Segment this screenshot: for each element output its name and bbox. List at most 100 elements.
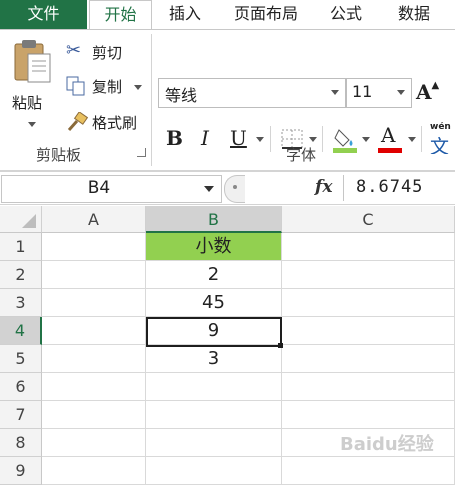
phonetic-guide-button[interactable]: wén 文 [430, 122, 455, 154]
phonetic-wen-char: 文 [430, 136, 450, 154]
cell-c5[interactable] [282, 345, 455, 373]
paste-button[interactable]: 粘贴 [8, 36, 56, 132]
cell-b3[interactable]: 45 [146, 289, 282, 317]
copy-label: 复制 [92, 78, 123, 96]
watermark: Baidu经验 [340, 434, 434, 455]
name-box-dropdown-icon[interactable] [204, 186, 214, 192]
row-header-2[interactable]: 2 [0, 261, 42, 289]
format-separator-3 [421, 126, 422, 152]
select-all-icon [22, 214, 36, 228]
cell-a3[interactable] [42, 289, 146, 317]
tab-data[interactable]: 数据 [391, 0, 437, 30]
cell-a8[interactable] [42, 429, 146, 457]
column-header-c[interactable]: C [282, 206, 455, 233]
cell-c4[interactable] [282, 317, 455, 345]
format-painter-label: 格式刷 [92, 114, 138, 132]
cell-b8[interactable] [146, 429, 282, 457]
insert-function-button[interactable]: fx [315, 177, 332, 197]
cell-b5[interactable]: 3 [146, 345, 282, 373]
cell-c3[interactable] [282, 289, 455, 317]
row-header-6[interactable]: 6 [0, 373, 42, 401]
font-color-swatch [378, 148, 402, 153]
tab-file[interactable]: 文件 [0, 0, 87, 30]
cell-c6[interactable] [282, 373, 455, 401]
cell-a9[interactable] [42, 457, 146, 485]
cell-b9[interactable] [146, 457, 282, 485]
formula-input[interactable]: 8.6745 [343, 175, 455, 201]
formula-bar-handle[interactable] [224, 175, 245, 203]
select-all-corner[interactable] [0, 206, 42, 233]
ribbon-tabs: 文件 开始 插入 页面布局 公式 数据 [0, 0, 455, 31]
formula-value: 8.6745 [356, 177, 424, 197]
column-header-b[interactable]: B [146, 206, 282, 233]
cut-button[interactable]: ✂ 剪切 [66, 40, 156, 64]
fill-handle[interactable] [278, 343, 283, 348]
underline-button[interactable]: U [230, 126, 247, 150]
format-painter-button[interactable]: 格式刷 [66, 110, 156, 134]
borders-dropdown-icon[interactable] [309, 137, 317, 142]
font-color-icon: A [381, 123, 396, 147]
cell-c9[interactable] [282, 457, 455, 485]
font-color-button[interactable]: A [378, 123, 402, 153]
cell-a2[interactable] [42, 261, 146, 289]
copy-icon [66, 76, 85, 96]
paste-label: 粘贴 [12, 94, 43, 112]
grow-font-button[interactable]: A▲ [416, 80, 439, 104]
font-name-select[interactable]: 等线 [158, 78, 346, 108]
tab-formulas[interactable]: 公式 [323, 0, 369, 30]
font-name-dropdown-icon [331, 90, 339, 95]
font-size-value: 11 [352, 82, 373, 101]
copy-button[interactable]: 复制 [66, 74, 156, 98]
row-header-5[interactable]: 5 [0, 345, 42, 373]
paste-icon [14, 40, 51, 83]
row-header-3[interactable]: 3 [0, 289, 42, 317]
cell-b6[interactable] [146, 373, 282, 401]
tab-insert[interactable]: 插入 [163, 0, 207, 30]
name-box-value: B4 [87, 178, 111, 198]
copy-dropdown-icon[interactable] [134, 85, 142, 90]
row-header-1[interactable]: 1 [0, 233, 42, 261]
ribbon-home: 粘贴 ✂ 剪切 复制 格式刷 剪贴板 等线 11 A▲ B I U A wén … [0, 30, 455, 171]
grow-font-icon: A [416, 80, 432, 104]
font-size-dropdown-icon [397, 90, 405, 95]
fill-color-icon[interactable] [333, 126, 359, 154]
name-box[interactable]: B4 [1, 175, 222, 203]
row-header-8[interactable]: 8 [0, 429, 42, 457]
cell-a4[interactable] [42, 317, 146, 345]
cell-b2[interactable]: 2 [146, 261, 282, 289]
cell-b1[interactable]: 小数 [146, 233, 282, 261]
font-color-dropdown-icon[interactable] [408, 137, 416, 142]
font-size-select[interactable]: 11 [346, 78, 412, 108]
active-cell-border [146, 317, 282, 347]
tab-page-layout[interactable]: 页面布局 [226, 0, 306, 30]
cell-a5[interactable] [42, 345, 146, 373]
spreadsheet-grid: A B C 1 小数 2 2 3 45 4 9 5 3 6 7 8 9 Baidu经验 [0, 206, 455, 487]
row-header-7[interactable]: 7 [0, 401, 42, 429]
phonetic-wen-label: wén [430, 122, 451, 132]
font-name-value: 等线 [165, 86, 198, 105]
font-group-label: 字体 [286, 146, 317, 164]
clipboard-group-label: 剪贴板 [36, 146, 82, 164]
cell-b7[interactable] [146, 401, 282, 429]
cell-a7[interactable] [42, 401, 146, 429]
scissors-icon: ✂ [66, 40, 82, 61]
tab-home[interactable]: 开始 [89, 0, 152, 31]
cell-c1[interactable] [282, 233, 455, 261]
formula-bar: B4 fx 8.6745 [0, 171, 455, 205]
column-header-a[interactable]: A [42, 206, 146, 233]
underline-dropdown-icon[interactable] [256, 137, 264, 142]
cell-a1[interactable] [42, 233, 146, 261]
bold-button[interactable]: B [166, 126, 183, 150]
paste-dropdown-icon[interactable] [28, 122, 36, 127]
format-painter-icon [67, 112, 88, 131]
cell-c2[interactable] [282, 261, 455, 289]
cell-a6[interactable] [42, 373, 146, 401]
row-header-9[interactable]: 9 [0, 457, 42, 485]
row-header-4[interactable]: 4 [0, 317, 42, 345]
fill-color-dropdown-icon[interactable] [362, 137, 370, 142]
dialog-launcher-icon[interactable] [137, 148, 146, 157]
italic-button[interactable]: I [201, 126, 209, 150]
group-separator [151, 34, 152, 166]
cell-c7[interactable] [282, 401, 455, 429]
format-separator-2 [322, 126, 323, 152]
